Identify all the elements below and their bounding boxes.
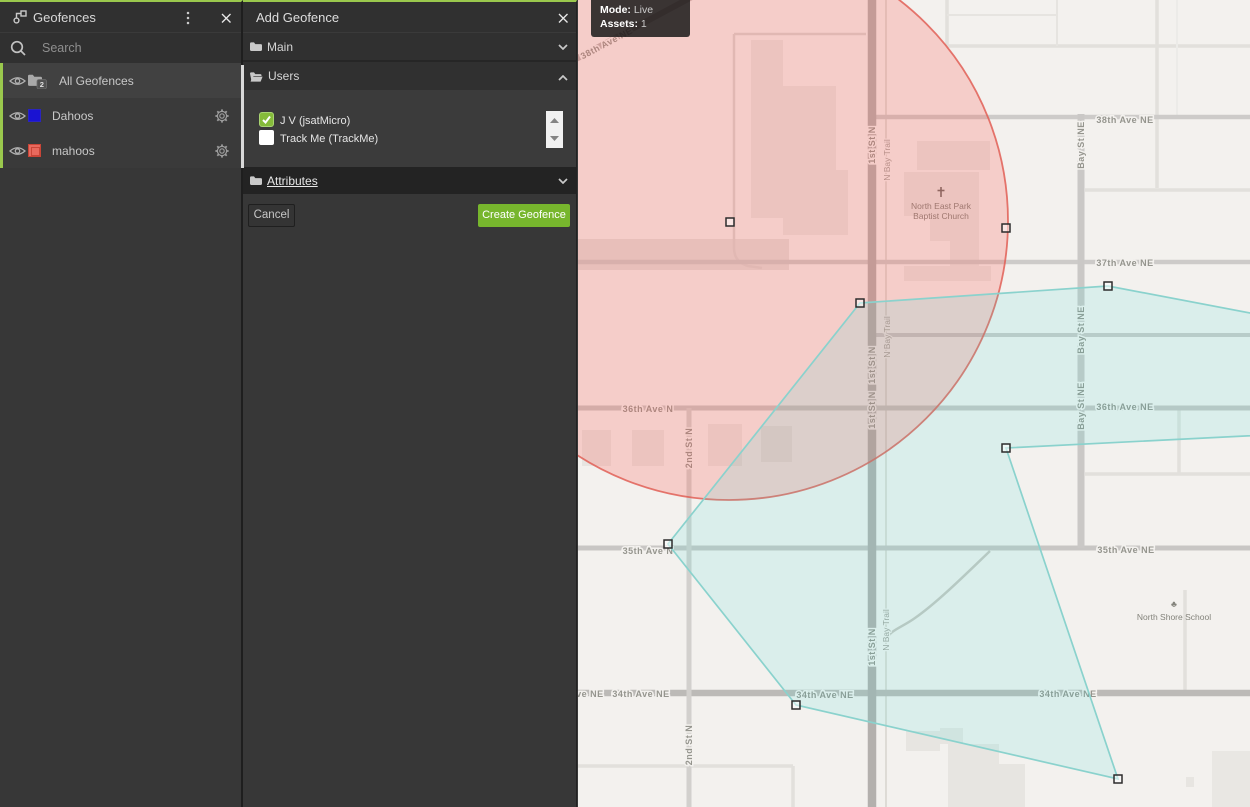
svg-text:♣: ♣ (1171, 599, 1177, 609)
svg-text:38th Ave NE: 38th Ave NE (1096, 115, 1153, 125)
svg-text:34th Ave NE: 34th Ave NE (578, 689, 604, 699)
svg-text:37th Ave NE: 37th Ave NE (1096, 258, 1153, 268)
svg-text:North Shore School: North Shore School (1137, 612, 1211, 622)
svg-text:34th Ave NE: 34th Ave NE (612, 689, 669, 699)
svg-text:35th Ave NE: 35th Ave NE (1097, 545, 1154, 555)
svg-text:Bay St NE: Bay St NE (1076, 121, 1086, 169)
svg-text:2: 2 (40, 80, 44, 89)
svg-text:2nd St N: 2nd St N (684, 725, 694, 766)
